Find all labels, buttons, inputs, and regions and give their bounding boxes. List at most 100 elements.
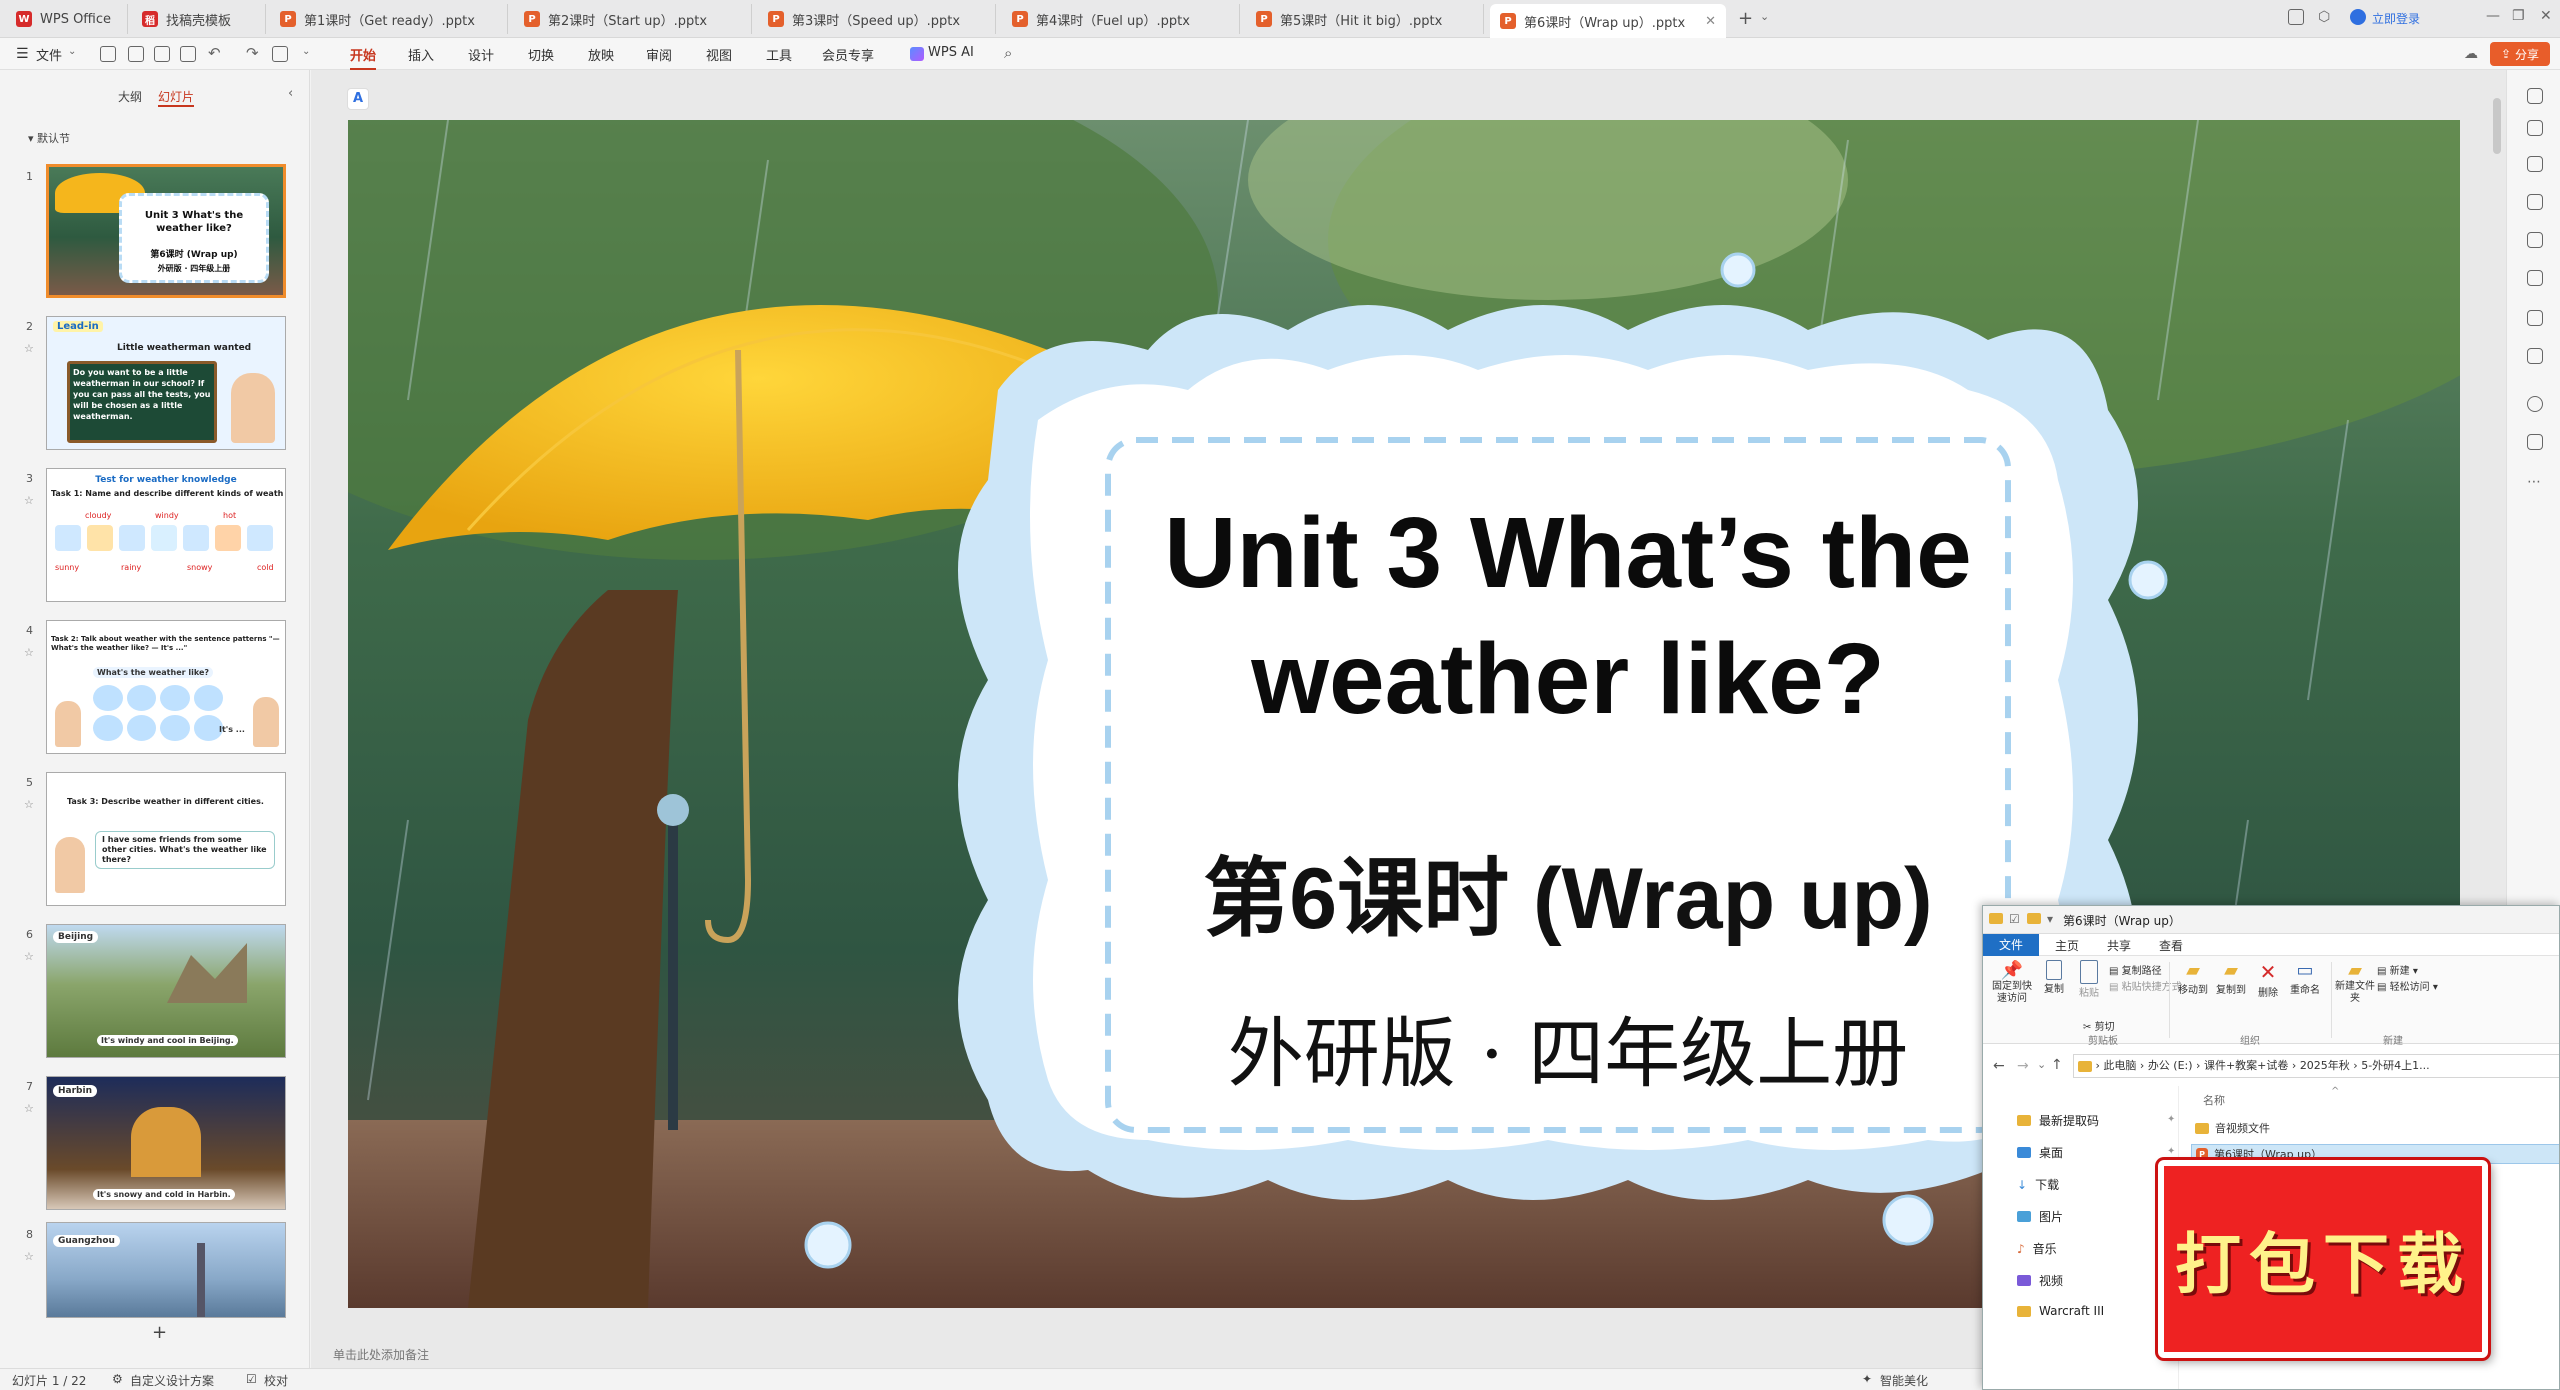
breadcrumb-item[interactable]: 5-外研4上1... <box>2361 1059 2429 1072</box>
nav-item-downloads[interactable]: ↓ 下载 <box>2017 1176 2059 1193</box>
star-icon[interactable]: ☆ <box>24 494 34 507</box>
breadcrumb-item[interactable]: 课件+教案+试卷 <box>2204 1059 2288 1072</box>
filter-icon[interactable] <box>2527 120 2543 136</box>
magic-icon[interactable] <box>2527 232 2543 248</box>
add-slide-button[interactable]: + <box>152 1322 167 1343</box>
restore-icon[interactable]: ❐ <box>2512 8 2525 24</box>
new-tab-plus-icon[interactable]: + <box>1738 8 1753 29</box>
settings-icon[interactable] <box>2527 310 2543 326</box>
move-to-button[interactable]: ▰ 移动到 <box>2175 960 2211 996</box>
new-folder-icon[interactable] <box>2027 913 2041 928</box>
star-icon[interactable]: ☆ <box>24 1250 34 1263</box>
column-header-name[interactable]: 名称 <box>2203 1092 2225 1108</box>
vertical-scrollbar[interactable] <box>2493 98 2501 154</box>
star-icon[interactable]: ☆ <box>24 798 34 811</box>
print-icon[interactable] <box>154 46 170 62</box>
slide-subtitle[interactable]: 第6课时 (Wrap up) <box>1078 828 2058 953</box>
tab-document-4[interactable]: P 第4课时（Fuel up）.pptx <box>1002 4 1240 34</box>
book-icon[interactable] <box>2527 348 2543 364</box>
file-row[interactable]: 音视频文件 <box>2195 1120 2270 1136</box>
ribbon-tab-view[interactable]: 查看 <box>2159 937 2183 954</box>
hamburger-menu-icon[interactable]: ☰ <box>16 46 29 62</box>
slide-title[interactable]: Unit 3 What’s the weather like? <box>1078 490 2058 742</box>
cube-icon[interactable]: ⬡ <box>2318 9 2330 25</box>
save-icon[interactable] <box>100 46 116 62</box>
cloud-sync-icon[interactable]: ☁ <box>2464 46 2478 62</box>
forward-arrow-icon[interactable]: → <box>2017 1058 2029 1074</box>
animation-icon[interactable] <box>2527 270 2543 286</box>
menu-view[interactable]: 视图 <box>706 45 732 64</box>
slide-thumb-4[interactable]: Task 2: Talk about weather with the sent… <box>46 620 286 754</box>
cut-button[interactable]: ✂ 剪切 <box>2083 1018 2115 1033</box>
pin-quick-access-button[interactable]: 📌 固定到快速访问 <box>1989 960 2035 1005</box>
rename-button[interactable]: ▭ 重命名 <box>2285 960 2325 996</box>
close-icon[interactable]: ✕ <box>1705 14 1716 29</box>
undo-icon[interactable]: ↶ <box>208 44 221 62</box>
menu-review[interactable]: 审阅 <box>646 45 672 64</box>
back-arrow-icon[interactable]: ← <box>1993 1058 2005 1074</box>
breadcrumb-item[interactable]: 此电脑 <box>2103 1059 2136 1072</box>
ai-assistant-icon[interactable]: A <box>347 88 369 110</box>
preview-icon[interactable] <box>180 46 196 62</box>
slide-thumb-3[interactable]: Test for weather knowledge Task 1: Name … <box>46 468 286 602</box>
slide-thumb-7[interactable]: Harbin It's snowy and cold in Harbin. <box>46 1076 286 1210</box>
tab-templates[interactable]: 稻 找稿壳模板 <box>132 4 266 34</box>
quick-access-toolbar-icon[interactable]: ▾ <box>2047 912 2053 926</box>
ribbon-tab-home[interactable]: 主页 <box>2055 937 2079 954</box>
tab-document-2[interactable]: P 第2课时（Start up）.pptx <box>514 4 752 34</box>
open-icon[interactable] <box>128 46 144 62</box>
tab-wps-office[interactable]: W WPS Office <box>6 4 128 34</box>
copy-icon[interactable] <box>2527 194 2543 210</box>
menu-design[interactable]: 设计 <box>468 45 494 64</box>
menu-wps-ai[interactable]: WPS AI <box>928 45 974 60</box>
new-item-button[interactable]: ▤ 新建 ▾ <box>2377 962 2418 977</box>
breadcrumb-item[interactable]: 2025年秋 <box>2300 1059 2350 1072</box>
slide-thumb-8[interactable]: Guangzhou <box>46 1222 286 1318</box>
slide-thumb-6[interactable]: Beijing It's windy and cool in Beijing. <box>46 924 286 1058</box>
tab-outline[interactable]: 大纲 <box>118 88 142 105</box>
redo-icon[interactable]: ↷ <box>246 44 259 62</box>
copy-button[interactable]: 复制 <box>2039 960 2069 995</box>
tab-document-5[interactable]: P 第5课时（Hit it big）.pptx <box>1246 4 1484 34</box>
chevron-down-icon[interactable]: ⌄ <box>302 46 310 57</box>
window-layout-icon[interactable] <box>2288 9 2304 25</box>
nav-item-recent-codes[interactable]: 最新提取码 <box>2017 1112 2099 1129</box>
tab-document-3[interactable]: P 第3课时（Speed up）.pptx <box>758 4 996 34</box>
tab-document-6-active[interactable]: P 第6课时（Wrap up）.pptx ✕ <box>1490 4 1726 38</box>
search-icon[interactable]: ⌕ <box>1004 44 1012 62</box>
delete-button[interactable]: ✕ 删除 <box>2253 960 2283 999</box>
up-arrow-icon[interactable]: ↑ <box>2051 1057 2063 1073</box>
copy-path-button[interactable]: ▤ 复制路径 <box>2109 962 2162 977</box>
menu-tools[interactable]: 工具 <box>766 45 792 64</box>
recent-locations-icon[interactable]: ⌄ <box>2037 1058 2046 1071</box>
slide-edition[interactable]: 外研版 · 四年级上册 <box>1078 992 2058 1102</box>
copy-to-button[interactable]: ▰ 复制到 <box>2213 960 2249 996</box>
menu-insert[interactable]: 插入 <box>408 45 434 64</box>
breadcrumb-item[interactable]: 办公 (E:) <box>2148 1059 2193 1072</box>
collapse-pane-icon[interactable]: ‹ <box>288 86 293 101</box>
tool-icon[interactable] <box>2527 88 2543 104</box>
nav-item-desktop[interactable]: 桌面 <box>2017 1144 2063 1161</box>
paste-shortcut-button[interactable]: ▤ 粘贴快捷方式 <box>2109 978 2182 993</box>
nav-item-warcraft[interactable]: Warcraft III <box>2017 1304 2104 1318</box>
easy-access-button[interactable]: ▤ 轻松访问 ▾ <box>2377 978 2438 993</box>
section-header[interactable]: ▾ 默认节 <box>28 130 70 146</box>
more-icon[interactable]: ⋯ <box>2527 474 2541 490</box>
properties-icon[interactable]: ☑ <box>2009 912 2020 926</box>
new-folder-button[interactable]: ▰ 新建文件夹 <box>2335 960 2375 1005</box>
minimize-icon[interactable]: — <box>2486 8 2500 24</box>
slide-thumb-5[interactable]: Task 3: Describe weather in different ci… <box>46 772 286 906</box>
nav-item-pictures[interactable]: 图片 <box>2017 1208 2063 1225</box>
menu-slideshow[interactable]: 放映 <box>588 45 614 64</box>
star-icon[interactable]: ☆ <box>24 342 34 355</box>
format-painter-icon[interactable] <box>272 46 288 62</box>
slide-thumb-2[interactable]: Lead-in Little weatherman wanted Do you … <box>46 316 286 450</box>
address-bar[interactable]: › 此电脑 › 办公 (E:) › 课件+教案+试卷 › 2025年秋 › 5-… <box>2073 1054 2559 1078</box>
close-window-icon[interactable]: ✕ <box>2540 8 2552 24</box>
comment-icon[interactable] <box>2527 434 2543 450</box>
menu-member[interactable]: 会员专享 <box>822 45 874 64</box>
chevron-down-icon[interactable]: ⌄ <box>1760 10 1769 23</box>
help-icon[interactable] <box>2527 396 2543 412</box>
beautify-button[interactable]: 智能美化 <box>1880 1372 1928 1389</box>
tab-document-1[interactable]: P 第1课时（Get ready）.pptx <box>270 4 508 34</box>
